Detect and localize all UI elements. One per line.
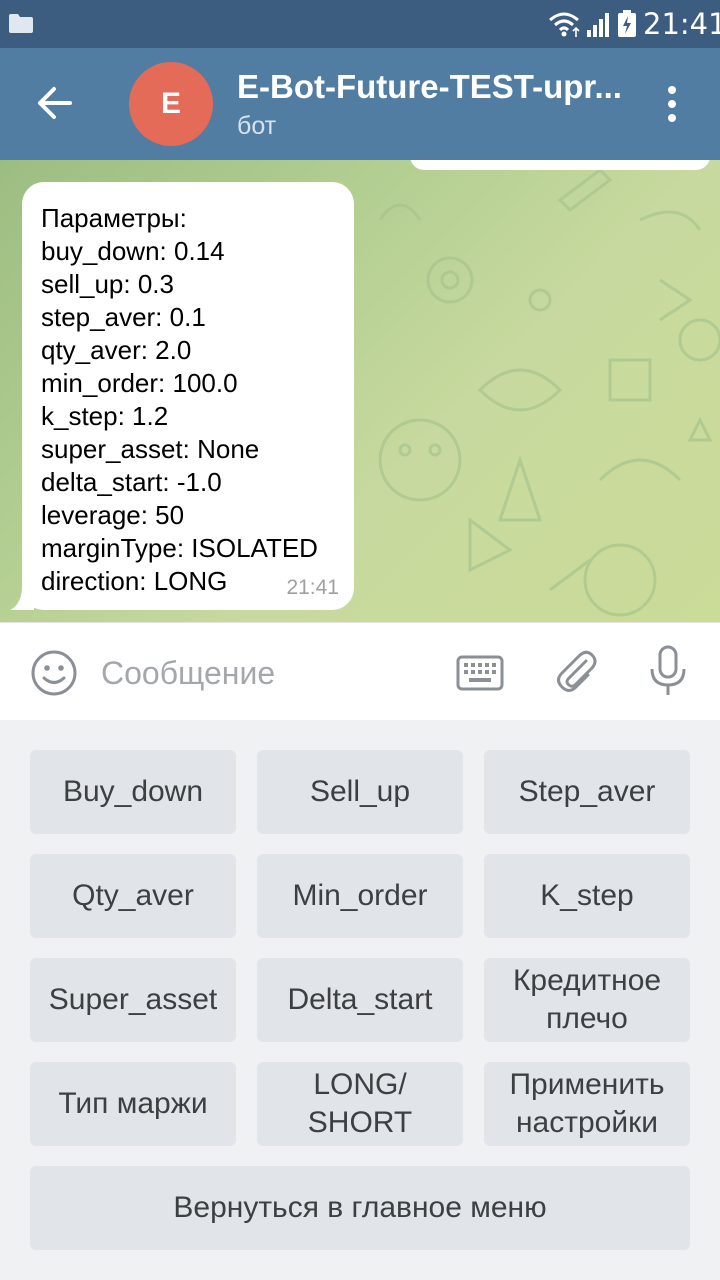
message-line: qty_aver: 2.0 bbox=[41, 335, 192, 365]
bot-keyboard: Buy_down Sell_up Step_aver Qty_aver Min_… bbox=[0, 720, 720, 1280]
message-line: Параметры: bbox=[41, 203, 187, 233]
main-menu-button[interactable]: Вернуться в главное меню bbox=[30, 1166, 690, 1250]
buy-down-button[interactable]: Buy_down bbox=[30, 750, 236, 834]
message-line: k_step: 1.2 bbox=[41, 401, 169, 431]
avatar[interactable]: E bbox=[129, 62, 213, 146]
delta-start-button[interactable]: Delta_start bbox=[257, 958, 463, 1042]
step-aver-button[interactable]: Step_aver bbox=[484, 750, 690, 834]
attach-icon[interactable] bbox=[552, 647, 600, 695]
more-vertical-icon[interactable] bbox=[658, 84, 686, 124]
wifi-icon bbox=[549, 12, 580, 37]
sell-up-button[interactable]: Sell_up bbox=[257, 750, 463, 834]
message-time: 21:41 bbox=[286, 576, 339, 599]
message-line: buy_down: 0.14 bbox=[41, 236, 225, 266]
qty-aver-button[interactable]: Qty_aver bbox=[30, 854, 236, 938]
signal-icon bbox=[587, 13, 609, 37]
status-time: 21:41 bbox=[643, 7, 720, 41]
emoji-icon[interactable] bbox=[30, 649, 78, 697]
battery-charging-icon bbox=[618, 10, 636, 37]
leverage-button[interactable]: Кредитное плечо bbox=[484, 958, 690, 1042]
min-order-button[interactable]: Min_order bbox=[257, 854, 463, 938]
keyboard-icon[interactable] bbox=[456, 655, 504, 691]
chat-header: E E-Bot-Future-TEST-upr... бот bbox=[0, 48, 720, 160]
bubble-tail bbox=[10, 586, 34, 610]
folder-icon bbox=[9, 14, 33, 33]
message-input[interactable]: Сообщение bbox=[101, 655, 275, 692]
message-line: min_order: 100.0 bbox=[41, 368, 238, 398]
microphone-icon[interactable] bbox=[648, 645, 688, 697]
status-bar: 21:41 bbox=[0, 0, 720, 48]
back-arrow-icon[interactable] bbox=[30, 78, 80, 128]
chat-title[interactable]: E-Bot-Future-TEST-upr... bbox=[237, 68, 637, 106]
message-line: leverage: 50 bbox=[41, 500, 185, 530]
message-line: delta_start: -1.0 bbox=[41, 467, 222, 497]
margin-type-button[interactable]: Тип маржи bbox=[30, 1062, 236, 1146]
message-line: sell_up: 0.3 bbox=[41, 269, 174, 299]
message-bubble[interactable]: Параметры: buy_down: 0.14 sell_up: 0.3 s… bbox=[10, 182, 354, 610]
message-line: marginType: ISOLATED bbox=[41, 533, 318, 563]
k-step-button[interactable]: K_step bbox=[484, 854, 690, 938]
message-line: step_aver: 0.1 bbox=[41, 302, 206, 332]
previous-message-bubble bbox=[410, 160, 710, 170]
apply-settings-button[interactable]: Применить настройки bbox=[484, 1062, 690, 1146]
chat-area[interactable]: Параметры: buy_down: 0.14 sell_up: 0.3 s… bbox=[0, 160, 720, 622]
super-asset-button[interactable]: Super_asset bbox=[30, 958, 236, 1042]
message-input-bar: Сообщение bbox=[0, 622, 720, 720]
long-short-button[interactable]: LONG/ SHORT bbox=[257, 1062, 463, 1146]
message-line: super_asset: None bbox=[41, 434, 260, 464]
chat-subtitle: бот bbox=[237, 112, 277, 140]
